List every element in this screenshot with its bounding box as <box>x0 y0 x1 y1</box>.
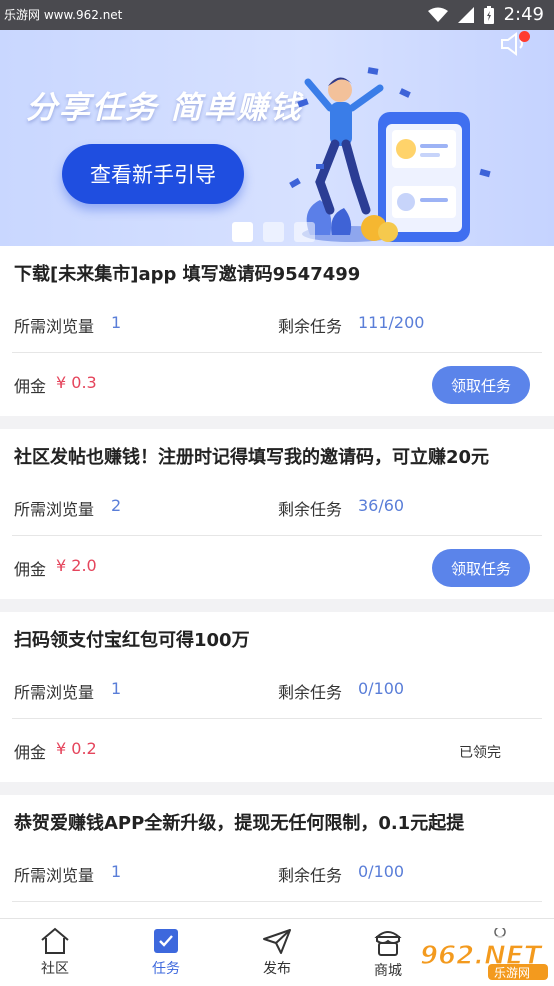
tab-community[interactable]: 社区 <box>20 927 90 978</box>
banner-dot[interactable] <box>263 222 284 242</box>
tab-label: 社区 <box>41 961 69 977</box>
tab-tasks[interactable]: 任务 <box>131 927 201 978</box>
banner-title: 分享任务 简单赚钱 <box>26 90 303 126</box>
remaining-label: 剩余任务 <box>278 866 343 885</box>
claim-task-button[interactable]: 领取任务 <box>432 366 530 404</box>
remaining-label: 剩余任务 <box>278 683 343 702</box>
signal-icon <box>457 6 474 23</box>
site-logo-watermark: 962.NET 乐游网 <box>414 928 550 980</box>
banner-dot[interactable] <box>232 222 253 242</box>
commission-value: ¥ 2.0 <box>56 556 97 575</box>
task-title: 扫码领支付宝红包可得100万 <box>14 630 250 651</box>
home-icon <box>41 927 69 954</box>
tab-publish[interactable]: 发布 <box>242 927 312 978</box>
battery-icon <box>483 5 494 24</box>
views-value: 1 <box>111 313 122 332</box>
divider <box>12 718 542 719</box>
banner-pagination <box>232 222 315 242</box>
task-card[interactable]: 扫码领支付宝红包可得100万 所需浏览量 1 剩余任务 0/100 佣金 ¥ 0… <box>0 612 554 782</box>
tab-store[interactable]: 商城 <box>353 927 423 980</box>
views-value: 1 <box>111 862 122 881</box>
claim-task-button[interactable]: 领取任务 <box>432 549 530 587</box>
wifi-icon <box>427 7 448 22</box>
notification-badge <box>519 31 530 42</box>
remaining-label: 剩余任务 <box>278 500 343 519</box>
commission-label: 佣金 <box>14 743 47 762</box>
tab-label: 任务 <box>152 961 180 977</box>
task-title: 社区发帖也赚钱！注册时记得填写我的邀请码，可立赚20元 <box>14 447 490 468</box>
site-watermark: 乐游网 www.962.net <box>4 8 123 22</box>
task-title: 恭贺爱赚钱APP全新升级，提现无任何限制，0.1元起提 <box>14 813 465 834</box>
remaining-value: 0/100 <box>358 862 405 881</box>
beginner-guide-button[interactable]: 查看新手引导 <box>62 144 244 204</box>
views-label: 所需浏览量 <box>14 866 95 885</box>
views-label: 所需浏览量 <box>14 500 95 519</box>
commission-value: ¥ 0.3 <box>56 373 97 392</box>
task-claimed-status: 已领完 <box>459 745 501 761</box>
promo-banner[interactable]: 分享任务 简单赚钱 查看新手引导 <box>0 30 554 246</box>
tab-label: 商城 <box>374 963 402 979</box>
views-label: 所需浏览量 <box>14 683 95 702</box>
views-label: 所需浏览量 <box>14 317 95 336</box>
clock: 2:49 <box>503 4 544 25</box>
task-card[interactable]: 社区发帖也赚钱！注册时记得填写我的邀请码，可立赚20元 所需浏览量 2 剩余任务… <box>0 429 554 599</box>
task-card[interactable]: 恭贺爱赚钱APP全新升级，提现无任何限制，0.1元起提 所需浏览量 1 剩余任务… <box>0 795 554 918</box>
views-value: 2 <box>111 496 122 515</box>
remaining-value: 36/60 <box>358 496 405 515</box>
commission-value: ¥ 0.2 <box>56 739 97 758</box>
divider <box>12 352 542 353</box>
checkbox-icon <box>154 929 178 953</box>
brand-mark-sub: 乐游网 <box>494 966 530 980</box>
store-icon <box>374 931 402 956</box>
banner-illustration <box>289 67 491 242</box>
tab-label: 发布 <box>263 961 291 977</box>
task-card[interactable]: 下载[未来集市]app 填写邀请码9547499 所需浏览量 1 剩余任务 11… <box>0 246 554 416</box>
views-value: 1 <box>111 679 122 698</box>
remaining-value: 0/100 <box>358 679 405 698</box>
remaining-value: 111/200 <box>358 313 425 332</box>
send-icon <box>263 929 291 954</box>
status-bar: 乐游网 www.962.net 2:49 <box>0 0 554 30</box>
divider <box>12 901 542 902</box>
status-icons: 2:49 <box>427 4 544 25</box>
divider <box>12 535 542 536</box>
task-title: 下载[未来集市]app 填写邀请码9547499 <box>14 264 361 285</box>
commission-label: 佣金 <box>14 377 47 396</box>
remaining-label: 剩余任务 <box>278 317 343 336</box>
banner-dot[interactable] <box>294 222 315 242</box>
commission-label: 佣金 <box>14 560 47 579</box>
